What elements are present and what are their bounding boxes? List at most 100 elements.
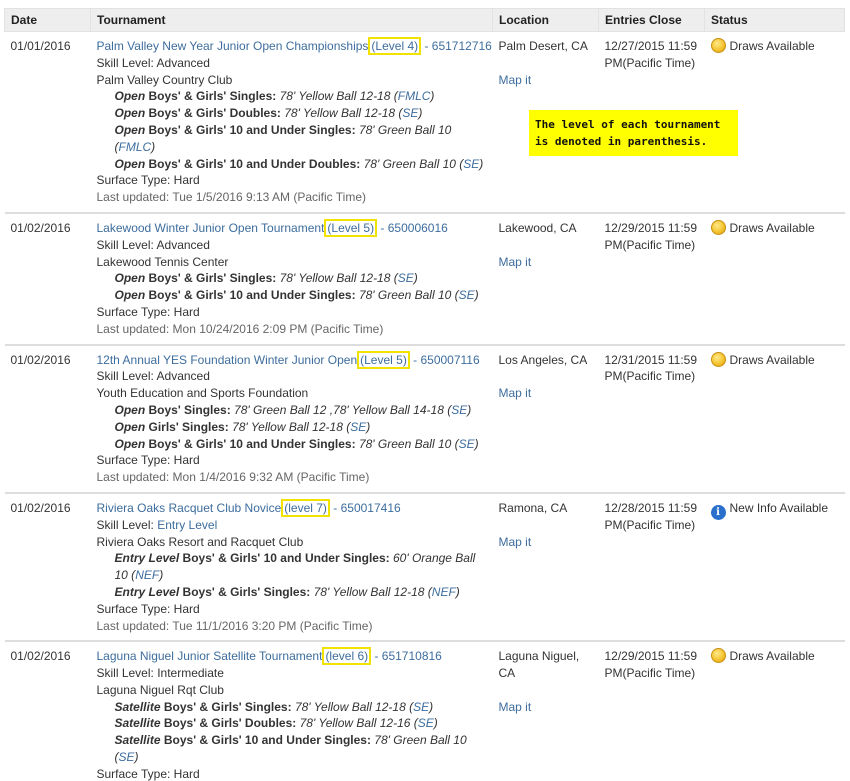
tournament-level-highlight[interactable]: (level 7) bbox=[281, 498, 330, 517]
status-text: Draws Available bbox=[729, 352, 815, 367]
event-name: Boys' & Girls' 10 and Under Singles: bbox=[145, 288, 359, 303]
event-draw-type: Open bbox=[114, 156, 146, 171]
column-header-location[interactable]: Location bbox=[492, 8, 599, 32]
event-name: Boys' & Girls' Singles: bbox=[145, 271, 280, 286]
tournament-id-link[interactable]: - 650017416 bbox=[330, 501, 400, 515]
event-code-link[interactable]: SE bbox=[451, 403, 467, 417]
entries-close-cell: 12/31/2015 11:59 PM(Pacific Time) bbox=[598, 344, 705, 494]
tournament-level-highlight[interactable]: (Level 4) bbox=[368, 37, 422, 55]
tournament-title-line: Laguna Niguel Junior Satellite Tournamen… bbox=[97, 647, 487, 666]
event-list: Open Boys' & Girls' Singles: 78' Yellow … bbox=[97, 88, 487, 172]
tournament-name-link[interactable]: Laguna Niguel Junior Satellite Tournamen… bbox=[97, 649, 323, 663]
event-list: Open Boys' & Girls' Singles: 78' Yellow … bbox=[97, 270, 487, 304]
status-cell: Draws Available bbox=[704, 640, 845, 781]
event-list: Open Boys' Singles: 78' Green Ball 12 ,7… bbox=[97, 402, 487, 452]
tournament-title-line: 12th Annual YES Foundation Winter Junior… bbox=[97, 350, 487, 369]
event-item: Satellite Boys' & Girls' Singles: 78' Ye… bbox=[97, 699, 487, 716]
last-updated: Last updated: Mon 1/4/2016 9:32 AM (Paci… bbox=[96, 470, 370, 485]
tournament-cell: Laguna Niguel Junior Satellite Tournamen… bbox=[90, 640, 493, 781]
event-draw-type: Open bbox=[114, 122, 146, 137]
club-name: Youth Education and Sports Foundation bbox=[96, 386, 309, 401]
event-code-link[interactable]: FMLC bbox=[119, 140, 152, 154]
location-text: Ramona, CA bbox=[498, 500, 568, 515]
event-draw-type: Entry Level bbox=[114, 551, 180, 566]
event-code-link[interactable]: SE bbox=[350, 420, 366, 434]
date-cell: 01/02/2016 bbox=[4, 212, 91, 346]
event-code-link[interactable]: SE bbox=[119, 750, 135, 764]
location-cell: Lakewood, CA Map it bbox=[492, 212, 599, 346]
last-updated: Last updated: Mon 10/24/2016 2:09 PM (Pa… bbox=[96, 321, 384, 336]
tournament-name-link[interactable]: Lakewood Winter Junior Open Tournament bbox=[97, 221, 325, 235]
column-header-tournament[interactable]: Tournament bbox=[90, 8, 493, 32]
table-row: 01/02/2016 Laguna Niguel Junior Satellit… bbox=[4, 640, 845, 781]
tournament-date: 01/02/2016 bbox=[10, 649, 71, 664]
column-header-date[interactable]: Date bbox=[4, 8, 91, 32]
event-detail-close: ) bbox=[413, 271, 418, 286]
event-detail: 78' Yellow Ball 12-18 ( bbox=[284, 106, 403, 121]
entries-close-text: 12/27/2015 11:59 PM(Pacific Time) bbox=[604, 39, 698, 70]
tournament-level-highlight[interactable]: (level 6) bbox=[322, 647, 372, 666]
coin-icon bbox=[710, 351, 726, 367]
event-item: Open Boys' & Girls' 10 and Under Singles… bbox=[97, 436, 487, 453]
event-code-link[interactable]: SE bbox=[418, 716, 434, 730]
event-item: Open Boys' & Girls' 10 and Under Doubles… bbox=[97, 156, 487, 173]
date-cell: 01/02/2016 bbox=[4, 344, 91, 494]
skill-level-label: Skill Level: bbox=[96, 517, 158, 532]
map-it-link[interactable]: Map it bbox=[499, 72, 593, 89]
status-indicator: i New Info Available bbox=[710, 501, 828, 520]
event-detail: 78' Yellow Ball 12-18 ( bbox=[279, 271, 398, 286]
tournament-date: 01/02/2016 bbox=[10, 352, 71, 367]
status-text: Draws Available bbox=[729, 220, 815, 235]
tournament-level-highlight[interactable]: (Level 5) bbox=[324, 218, 378, 237]
map-it-link[interactable]: Map it bbox=[499, 385, 593, 402]
event-code-link[interactable]: SE bbox=[459, 437, 475, 451]
tournament-name-link[interactable]: 12th Annual YES Foundation Winter Junior… bbox=[97, 353, 358, 367]
skill-level: Skill Level: Entry Level bbox=[97, 517, 487, 534]
event-item: Satellite Boys' & Girls' 10 and Under Si… bbox=[97, 732, 487, 766]
event-code-link[interactable]: SE bbox=[459, 288, 475, 302]
tournament-id-link[interactable]: - 651710816 bbox=[371, 649, 441, 663]
map-it-link[interactable]: Map it bbox=[499, 254, 593, 271]
map-it-link[interactable]: Map it bbox=[499, 699, 593, 716]
column-header-entries-close[interactable]: Entries Close bbox=[598, 8, 705, 32]
surface-type: Surface Type: Hard bbox=[96, 766, 200, 781]
event-item: Satellite Boys' & Girls' Doubles: 78' Ye… bbox=[97, 715, 487, 732]
location-text: Lakewood, CA bbox=[498, 220, 577, 235]
event-code-link[interactable]: SE bbox=[463, 157, 479, 171]
map-it-link[interactable]: Map it bbox=[499, 534, 593, 551]
event-draw-type: Open bbox=[114, 89, 146, 104]
event-detail-close: ) bbox=[429, 699, 434, 714]
event-code-link[interactable]: NEF bbox=[135, 568, 159, 582]
event-detail: 78' Green Ball 10 ( bbox=[358, 436, 459, 451]
status-indicator: Draws Available bbox=[710, 351, 815, 367]
tournament-cell: 12th Annual YES Foundation Winter Junior… bbox=[90, 344, 493, 494]
event-code-link[interactable]: FMLC bbox=[398, 89, 431, 103]
event-item: Open Boys' Singles: 78' Green Ball 12 ,7… bbox=[97, 402, 487, 419]
event-name: Boys' & Girls' 10 and Under Singles: bbox=[145, 122, 359, 137]
tournament-level-highlight[interactable]: (Level 5) bbox=[357, 350, 410, 369]
skill-level: Skill Level: Advanced bbox=[97, 55, 487, 72]
event-detail-close: ) bbox=[134, 750, 139, 765]
event-draw-type: Satellite bbox=[114, 733, 161, 748]
event-name: Boys' & Girls' Singles: bbox=[160, 699, 295, 714]
event-code-link[interactable]: SE bbox=[402, 106, 418, 120]
tournament-title-line: Palm Valley New Year Junior Open Champio… bbox=[97, 37, 492, 55]
column-header-status[interactable]: Status bbox=[704, 8, 845, 32]
event-code-link[interactable]: NEF bbox=[432, 585, 456, 599]
event-list: Entry Level Boys' & Girls' 10 and Under … bbox=[97, 550, 487, 600]
tournament-id-link[interactable]: - 650006016 bbox=[377, 221, 447, 235]
event-name: Boys' & Girls' 10 and Under Singles: bbox=[145, 436, 359, 451]
event-name: Boys' & Girls' 10 and Under Singles: bbox=[179, 551, 393, 566]
status-text: Draws Available bbox=[729, 39, 815, 53]
event-code-link[interactable]: SE bbox=[398, 271, 414, 285]
tournament-name-link[interactable]: Palm Valley New Year Junior Open Champio… bbox=[97, 39, 369, 53]
event-detail-close: ) bbox=[467, 402, 472, 417]
event-detail-close: ) bbox=[479, 156, 484, 171]
event-name: Girls' Singles: bbox=[145, 419, 233, 434]
event-name: Boys' & Girls' Doubles: bbox=[145, 106, 285, 121]
tournament-id-link[interactable]: - 651712716 bbox=[421, 39, 491, 53]
tournament-name-link[interactable]: Riviera Oaks Racquet Club Novice bbox=[97, 501, 282, 515]
location-cell: Los Angeles, CA Map it bbox=[492, 344, 599, 494]
event-code-link[interactable]: SE bbox=[413, 700, 429, 714]
tournament-id-link[interactable]: - 650007116 bbox=[410, 353, 480, 367]
